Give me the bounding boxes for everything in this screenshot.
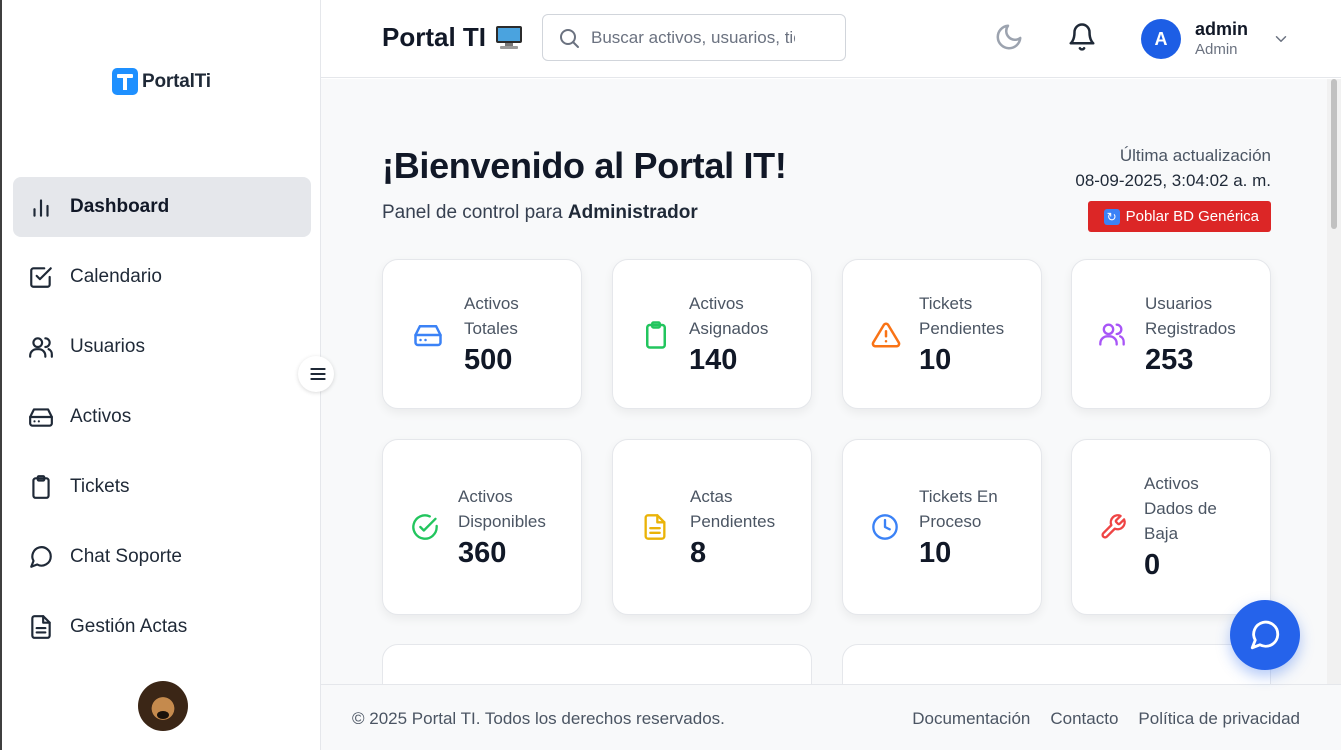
refresh-icon: ↻: [1103, 208, 1120, 225]
user-menu[interactable]: A admin Admin: [1141, 18, 1290, 60]
document-icon: [644, 514, 666, 540]
stat-label: Activos Totales: [464, 294, 519, 338]
stat-label: Usuarios Registrados: [1145, 294, 1236, 338]
scrollbar-thumb[interactable]: [1331, 79, 1337, 229]
stat-value: 500: [464, 344, 513, 376]
last-update: Última actualización 08-09-2025, 3:04:02…: [1075, 143, 1271, 232]
user-name: admin: [1195, 19, 1249, 39]
stat-label: Tickets Pendientes: [919, 294, 1005, 338]
sidebar-item-label: Chat Soporte: [70, 546, 182, 567]
stat-label: Activos Disponibles: [458, 487, 546, 531]
stat-card-activos-dados-de-baja[interactable]: Activos Dados de Baja 0: [1071, 439, 1271, 615]
subtitle-role: Administrador: [567, 202, 698, 223]
page-footer: © 2025 Portal TI. Todos los derechos res…: [321, 684, 1341, 750]
header-title-text: Portal TI: [382, 22, 487, 52]
stat-value: 10: [919, 537, 952, 569]
panel-card: [382, 644, 812, 684]
bell-icon[interactable]: [1067, 22, 1097, 52]
sidebar-item-label: Calendario: [70, 266, 162, 287]
clipboard-icon: [646, 321, 666, 349]
sidebar-item-calendario[interactable]: Calendario: [13, 247, 311, 307]
main-scrollbar[interactable]: [1327, 79, 1341, 684]
top-header: Portal TI A admin Admin: [321, 0, 1341, 78]
stat-label: Tickets En Proceso: [919, 487, 998, 531]
sidebar-item-gestion-actas[interactable]: Gestión Actas: [13, 597, 311, 657]
stat-label: Activos Asignados: [689, 294, 769, 338]
last-update-value: 08-09-2025, 3:04:02 a. m.: [1075, 171, 1271, 190]
stat-value: 253: [1145, 344, 1194, 376]
stat-card-actas-pendientes[interactable]: Actas Pendientes 8: [612, 439, 812, 615]
stat-card-usuarios-registrados[interactable]: Usuarios Registrados 253: [1071, 259, 1271, 409]
sidebar-nav: Dashboard Calendario Usuarios Activos Ti…: [13, 177, 311, 667]
users-icon: [29, 337, 53, 358]
sidebar-item-tickets[interactable]: Tickets: [13, 457, 311, 517]
stat-value: 140: [689, 344, 738, 376]
populate-db-label: Poblar BD Genérica: [1125, 208, 1259, 225]
sidebar: PortalTi Dashboard Calendario Usuarios A…: [2, 0, 321, 750]
panel-card: [842, 644, 1271, 684]
hard-drive-icon: [414, 325, 442, 347]
wrench-icon: [1101, 514, 1126, 539]
avatar: A: [1141, 19, 1181, 59]
stat-label: Activos Dados de Baja: [1144, 474, 1217, 543]
chat-bubble-icon: [1250, 620, 1280, 650]
warning-triangle-icon: [871, 322, 901, 348]
search-icon: [560, 28, 579, 48]
logo-icon: [112, 68, 138, 95]
populate-db-button[interactable]: ↻ Poblar BD Genérica: [1087, 201, 1271, 232]
sidebar-item-usuarios[interactable]: Usuarios: [13, 317, 311, 377]
menu-icon: [310, 368, 326, 380]
sidebar-item-label: Gestión Actas: [70, 616, 188, 637]
footer-link-documentacion[interactable]: Documentación: [912, 709, 1030, 729]
stat-value: 0: [1144, 549, 1161, 581]
search-input[interactable]: [591, 27, 795, 48]
page-title: ¡Bienvenido al Portal IT!: [382, 145, 787, 186]
checkbox-calendar-icon: [30, 267, 52, 288]
sidebar-item-dashboard[interactable]: Dashboard: [13, 177, 311, 237]
main-content: ¡Bienvenido al Portal IT! Panel de contr…: [321, 79, 1327, 684]
clock-icon: [872, 514, 898, 540]
document-icon: [31, 615, 51, 639]
sidebar-item-chat-soporte[interactable]: Chat Soporte: [13, 527, 311, 587]
sidebar-item-label: Tickets: [70, 476, 130, 497]
user-info: admin Admin: [1195, 18, 1248, 60]
stat-card-tickets-en-proceso[interactable]: Tickets En Proceso 10: [842, 439, 1042, 615]
page-subtitle: Panel de control para Administrador: [382, 202, 698, 224]
logo-text: PortalTi: [142, 70, 211, 92]
subtitle-prefix: Panel de control para: [382, 202, 563, 223]
sidebar-item-label: Activos: [70, 406, 132, 427]
chat-support-button[interactable]: [1230, 600, 1300, 670]
stat-card-activos-asignados[interactable]: Activos Asignados 140: [612, 259, 812, 409]
stat-card-tickets-pendientes[interactable]: Tickets Pendientes 10: [842, 259, 1042, 409]
sidebar-item-activos[interactable]: Activos: [13, 387, 311, 447]
stat-card-activos-totales[interactable]: Activos Totales 500: [382, 259, 582, 409]
sidebar-item-label: Dashboard: [70, 196, 170, 217]
computer-icon: [496, 25, 523, 50]
footer-links: Documentación Contacto Política de priva…: [912, 709, 1300, 729]
sidebar-collapse-button[interactable]: [298, 356, 334, 392]
hard-drive-icon: [29, 408, 53, 427]
stat-value: 360: [458, 537, 507, 569]
moon-icon[interactable]: [994, 22, 1024, 52]
users-icon: [1099, 323, 1125, 346]
stat-card-activos-disponibles[interactable]: Activos Disponibles 360: [382, 439, 582, 615]
check-circle-icon: [412, 514, 438, 540]
sidebar-item-label: Usuarios: [70, 336, 145, 357]
footer-link-contacto[interactable]: Contacto: [1050, 709, 1118, 729]
user-avatar-photo[interactable]: [138, 681, 188, 731]
chat-bubble-icon: [30, 546, 52, 568]
chevron-down-icon: [1275, 36, 1287, 42]
user-role: Admin: [1195, 41, 1238, 58]
stat-value: 8: [690, 537, 707, 569]
search-box: [542, 14, 846, 61]
clipboard-icon: [32, 475, 50, 499]
stat-value: 10: [919, 344, 952, 376]
bar-chart-icon: [33, 199, 49, 217]
footer-copyright: © 2025 Portal TI. Todos los derechos res…: [352, 709, 725, 728]
stat-label: Actas Pendientes: [690, 487, 776, 531]
header-title: Portal TI: [382, 22, 523, 53]
app-logo[interactable]: PortalTi: [112, 68, 211, 95]
last-update-label: Última actualización: [1119, 146, 1271, 165]
footer-link-privacidad[interactable]: Política de privacidad: [1138, 709, 1300, 729]
